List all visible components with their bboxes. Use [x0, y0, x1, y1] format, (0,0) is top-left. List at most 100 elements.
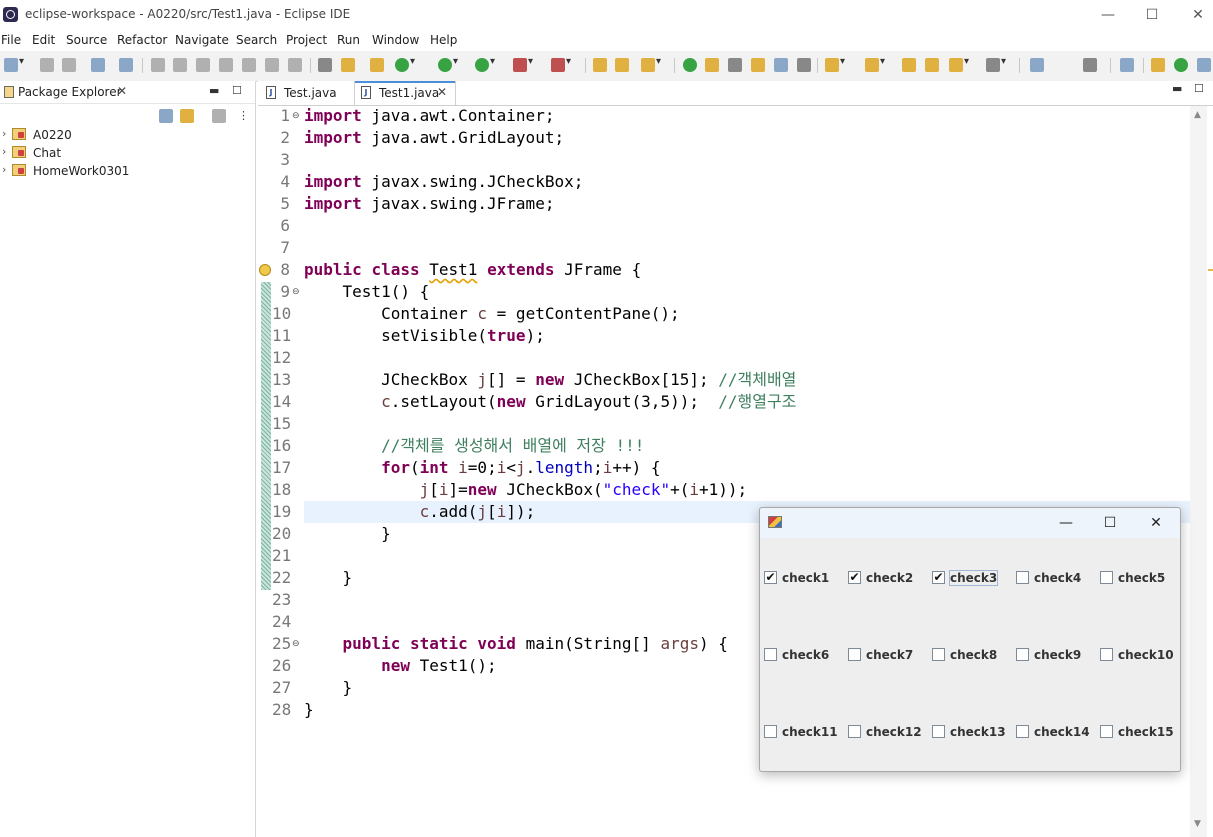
checkbox-box[interactable] [848, 725, 861, 738]
java-ee-perspective-icon[interactable] [1151, 58, 1165, 72]
menu-source[interactable]: Source [66, 33, 107, 47]
code-line[interactable]: public static void main(String[] args) { [304, 633, 728, 655]
code-line[interactable]: } [304, 523, 391, 545]
open-perspective-icon[interactable] [1120, 58, 1134, 72]
menu-file[interactable]: File [1, 33, 21, 47]
debug-perspective-icon[interactable] [1174, 58, 1188, 72]
tree-item-homework0301[interactable]: › HomeWork0301 [0, 162, 250, 180]
code-line[interactable]: Test1() { [304, 281, 430, 303]
checkbox-box[interactable] [1016, 725, 1029, 738]
terminal-icon[interactable] [91, 58, 105, 72]
menu-search[interactable]: Search [236, 33, 277, 47]
code-line[interactable]: import javax.swing.JCheckBox; [304, 171, 583, 193]
open-type-icon[interactable] [593, 58, 607, 72]
collapse-all-icon[interactable] [159, 109, 173, 123]
save-icon[interactable] [40, 58, 54, 72]
checkbox-box[interactable] [764, 648, 777, 661]
coverage-icon[interactable] [513, 56, 533, 72]
view-menu-icon[interactable]: ⋮ [238, 109, 249, 122]
editor-vertical-scrollbar[interactable]: ▲ ▼ [1190, 106, 1207, 837]
checkbox-box[interactable] [1100, 571, 1113, 584]
checkbox-box[interactable]: ✔ [848, 571, 861, 584]
tab-test-java[interactable]: J Test.java [260, 81, 355, 105]
checkbox-box[interactable]: ✔ [932, 571, 945, 584]
new-java-package-icon[interactable] [370, 58, 384, 72]
checkbox-box[interactable] [764, 725, 777, 738]
code-line[interactable]: j[i]=new JCheckBox("check"+(i+1)); [304, 479, 748, 501]
tree-item-chat[interactable]: › Chat [0, 144, 250, 162]
forward-edit-icon[interactable] [925, 58, 939, 72]
skip-breakpoints-icon[interactable] [119, 58, 133, 72]
menu-run[interactable]: Run [337, 33, 360, 47]
pilcrow-icon[interactable] [797, 58, 811, 72]
code-line[interactable]: Container c = getContentPane(); [304, 303, 680, 325]
checkbox-box[interactable] [1016, 648, 1029, 661]
menu-project[interactable]: Project [286, 33, 327, 47]
close-button[interactable]: ✕ [1183, 4, 1213, 26]
last-edit-location-icon[interactable] [902, 58, 916, 72]
back-icon[interactable] [949, 56, 969, 72]
external-tools-icon[interactable] [551, 56, 571, 72]
minimize-editor-icon[interactable]: ▬ [1172, 82, 1182, 95]
disconnect-icon[interactable] [219, 58, 233, 72]
pin-editor-icon[interactable] [1030, 58, 1044, 72]
maximize-editor-icon[interactable]: ☐ [1194, 82, 1204, 95]
suspend-icon[interactable] [173, 58, 187, 72]
fold-toggle-icon[interactable]: ⊖ [292, 287, 300, 297]
search-icon[interactable] [1083, 58, 1097, 72]
swing-minimize-button[interactable]: — [1054, 513, 1078, 533]
code-line[interactable]: } [304, 567, 353, 589]
search-tool-icon[interactable] [641, 56, 661, 72]
checkbox-box[interactable] [932, 648, 945, 661]
menu-refactor[interactable]: Refactor [117, 33, 167, 47]
menu-navigate[interactable]: Navigate [175, 33, 229, 47]
toggle-mark-occurrences-icon[interactable] [705, 58, 719, 72]
forward-icon[interactable] [986, 56, 1006, 72]
filters-icon[interactable] [212, 109, 226, 123]
new-java-class-icon[interactable] [395, 56, 415, 72]
show-whitespace-icon[interactable] [774, 58, 788, 72]
tree-item-a0220[interactable]: › A0220 [0, 126, 250, 144]
drop-to-frame-icon[interactable] [318, 58, 332, 72]
code-line[interactable]: //객체를 생성해서 배열에 저장 !!! [304, 435, 644, 457]
link-with-editor-icon[interactable] [180, 109, 194, 123]
tab-package-explorer[interactable]: Package Explorer ✕ [0, 81, 134, 105]
swing-maximize-button[interactable]: ☐ [1098, 513, 1122, 533]
scroll-down-arrow-icon[interactable]: ▼ [1194, 819, 1201, 829]
checkbox-box[interactable] [1016, 571, 1029, 584]
code-line[interactable]: new Test1(); [304, 655, 497, 677]
run-icon[interactable] [475, 56, 495, 72]
code-line[interactable]: import java.awt.Container; [304, 105, 554, 127]
checkbox-box[interactable] [932, 725, 945, 738]
step-over-icon[interactable] [265, 58, 279, 72]
lightbulb-warning-icon[interactable] [259, 264, 271, 276]
toggle-ant-editor-icon[interactable] [683, 58, 697, 72]
maximize-view-icon[interactable]: ☐ [232, 84, 242, 97]
code-line[interactable]: JCheckBox j[] = new JCheckBox[15]; //객체배… [304, 369, 796, 391]
code-line[interactable]: for(int i=0;i<j.length;i++) { [304, 457, 660, 479]
code-line[interactable]: setVisible(true); [304, 325, 545, 347]
close-icon[interactable]: ✕ [437, 85, 447, 99]
scroll-up-arrow-icon[interactable]: ▲ [1194, 110, 1201, 120]
minimize-view-icon[interactable]: ▬ [209, 84, 219, 97]
toggle-block-selection-icon[interactable] [728, 58, 742, 72]
maximize-button[interactable]: ☐ [1137, 4, 1167, 26]
checkbox-box[interactable]: ✔ [764, 571, 777, 584]
checkbox-box[interactable] [1100, 648, 1113, 661]
tab-test1-java[interactable]: J Test1.java ✕ [354, 81, 456, 105]
save-all-icon[interactable] [62, 58, 76, 72]
open-task-icon[interactable] [615, 58, 629, 72]
expand-icon[interactable]: › [2, 127, 6, 140]
menu-help[interactable]: Help [430, 33, 457, 47]
menu-edit[interactable]: Edit [32, 33, 55, 47]
expand-icon[interactable]: › [2, 163, 6, 176]
fold-toggle-icon[interactable]: ⊖ [292, 639, 300, 649]
new-icon[interactable] [4, 56, 24, 72]
code-line[interactable]: public class Test1 extends JFrame { [304, 259, 641, 281]
step-into-icon[interactable] [242, 58, 256, 72]
terminate-icon[interactable] [196, 58, 210, 72]
java-perspective-icon[interactable] [1197, 58, 1211, 72]
code-line[interactable]: c.setLayout(new GridLayout(3,5)); //행열구조 [304, 391, 796, 413]
code-line[interactable]: } [304, 699, 314, 721]
use-step-filters-icon[interactable] [341, 58, 355, 72]
